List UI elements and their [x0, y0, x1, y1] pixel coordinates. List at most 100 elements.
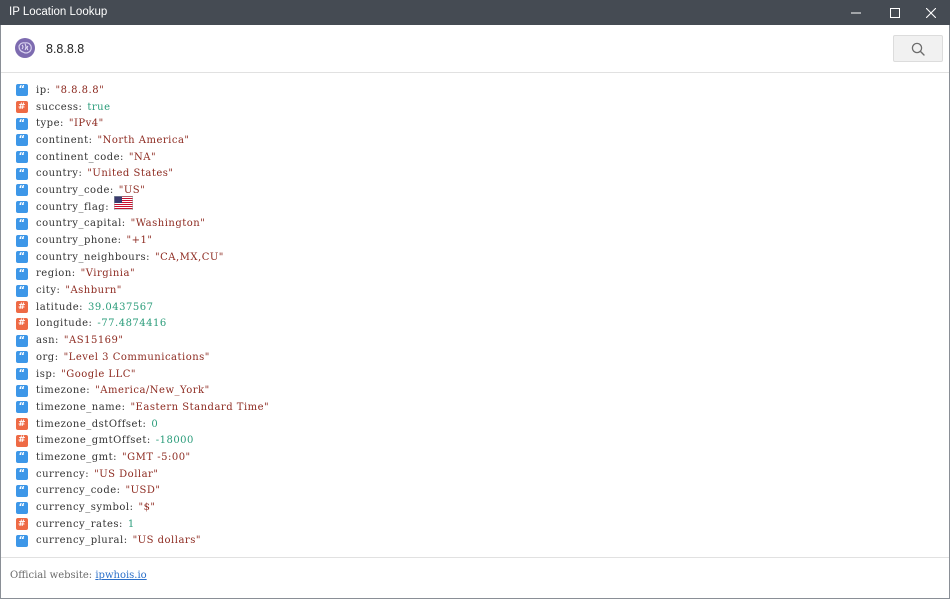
string-type-icon: “	[16, 334, 28, 347]
results-list: “ ip: "8.8.8.8" # success: true “ type: "IPv4" “ c…	[16, 82, 916, 549]
string-type-icon: “	[16, 267, 28, 280]
minimize-icon	[851, 12, 861, 13]
string-type-icon: “	[16, 201, 28, 214]
string-type-icon: “	[16, 351, 28, 364]
footer-text: Official website: ipwhois.io	[10, 570, 147, 581]
string-type-icon: “	[16, 468, 28, 481]
key-separator: :	[88, 134, 93, 146]
result-key: city	[36, 285, 57, 297]
window-title: IP Location Lookup	[9, 6, 108, 18]
result-key: timezone_dstOffset	[36, 418, 143, 430]
result-key: timezone_gmtOffset	[36, 435, 147, 447]
result-key: latitude	[36, 301, 80, 313]
result-row-currency: “ currency: "US Dollar"	[16, 466, 916, 483]
result-row-continent: “ continent: "North America"	[16, 132, 916, 149]
string-type-icon: “	[16, 167, 28, 180]
key-separator: :	[117, 235, 122, 247]
result-row-currency-rates: # currency_rates:1	[16, 516, 916, 533]
result-value: "US Dollar"	[94, 468, 159, 480]
result-value: "8.8.8.8"	[55, 84, 105, 96]
website-link[interactable]: ipwhois.io	[95, 570, 146, 581]
key-separator: :	[116, 485, 121, 497]
key-separator: :	[54, 351, 59, 363]
result-key: timezone_name	[36, 401, 122, 413]
result-row-country-flag: “ country_flag:	[16, 196, 916, 216]
string-type-icon: “	[16, 368, 28, 381]
key-separator: :	[78, 101, 83, 113]
key-separator: :	[119, 518, 123, 530]
key-separator: :	[71, 268, 76, 280]
result-key: longitude	[36, 318, 89, 330]
search-button[interactable]	[893, 35, 943, 62]
result-key: country_code	[36, 184, 110, 196]
result-value: "NA"	[128, 151, 157, 163]
result-row-ip: “ ip: "8.8.8.8"	[16, 82, 916, 99]
string-type-icon: “	[16, 451, 28, 464]
key-separator: :	[121, 401, 126, 413]
result-value: "$"	[138, 502, 156, 514]
result-value: 1	[127, 518, 135, 530]
number-type-icon: #	[16, 317, 28, 330]
string-type-icon: “	[16, 217, 28, 230]
result-value: "IPv4"	[68, 118, 104, 130]
title-bar: IP Location Lookup	[0, 0, 950, 25]
result-row-org: “ org: "Level 3 Communications"	[16, 349, 916, 366]
search-bar	[1, 25, 949, 73]
number-type-icon: #	[16, 301, 28, 314]
maximize-button[interactable]	[877, 0, 913, 25]
key-separator: :	[86, 385, 91, 397]
result-value: "US dollars"	[132, 535, 201, 547]
result-key: region	[36, 268, 72, 280]
result-key: org	[36, 351, 55, 363]
result-key: country_flag	[36, 201, 106, 213]
result-row-continent-code: “ continent_code: "NA"	[16, 149, 916, 166]
key-separator: :	[113, 451, 118, 463]
string-type-icon: “	[16, 501, 28, 514]
result-row-country-code: “ country_code: "US"	[16, 182, 916, 199]
string-type-icon: “	[16, 384, 28, 397]
result-value: "US"	[118, 184, 146, 196]
result-key: success	[36, 101, 79, 113]
result-row-timezone: “ timezone: "America/New_York"	[16, 382, 916, 399]
result-value: "GMT -5:00"	[122, 451, 191, 463]
string-type-icon: “	[16, 251, 28, 264]
result-row-region: “ region: "Virginia"	[16, 266, 916, 283]
string-type-icon: “	[16, 401, 28, 414]
key-separator: :	[56, 285, 61, 297]
result-key: isp	[36, 368, 53, 380]
maximize-icon	[890, 7, 900, 18]
result-value: 0	[151, 418, 159, 430]
key-separator: :	[146, 251, 150, 263]
result-row-latitude: # latitude:39.0437567	[16, 299, 916, 316]
string-type-icon: “	[16, 484, 28, 497]
result-row-currency-code: “ currency_code: "USD"	[16, 483, 916, 500]
result-value: "CA,MX,CU"	[155, 251, 224, 263]
result-value: "Virginia"	[80, 268, 136, 280]
close-button[interactable]	[913, 0, 949, 25]
result-row-country-neighbours: “ country_neighbours: "CA,MX,CU"	[16, 249, 916, 266]
search-icon	[911, 42, 925, 56]
number-type-icon: #	[16, 518, 28, 531]
result-value: -77.4874416	[97, 318, 167, 330]
result-key: currency_plural	[36, 535, 124, 547]
result-value: "USD"	[125, 485, 161, 497]
result-row-currency-symbol: “ currency_symbol: "$"	[16, 499, 916, 516]
result-key: currency_rates	[36, 518, 120, 530]
result-value: "Eastern Standard Time"	[130, 401, 270, 413]
key-separator: :	[60, 118, 64, 130]
result-key: country_phone	[36, 235, 118, 247]
string-type-icon: “	[16, 84, 28, 97]
ip-search-input[interactable]	[46, 39, 866, 59]
key-separator: :	[79, 301, 84, 313]
key-separator: :	[52, 368, 57, 380]
result-key: continent_code	[36, 151, 121, 163]
result-key: currency_symbol	[36, 502, 130, 514]
minimize-button[interactable]	[838, 0, 874, 25]
key-separator: :	[120, 151, 124, 163]
result-row-country-capital: “ country_capital: "Washington"	[16, 216, 916, 233]
key-separator: :	[105, 201, 110, 213]
result-value: "+1"	[126, 235, 153, 247]
number-type-icon: #	[16, 434, 28, 447]
footer-label: Official website:	[10, 570, 93, 581]
result-row-type: “ type: "IPv4"	[16, 115, 916, 132]
